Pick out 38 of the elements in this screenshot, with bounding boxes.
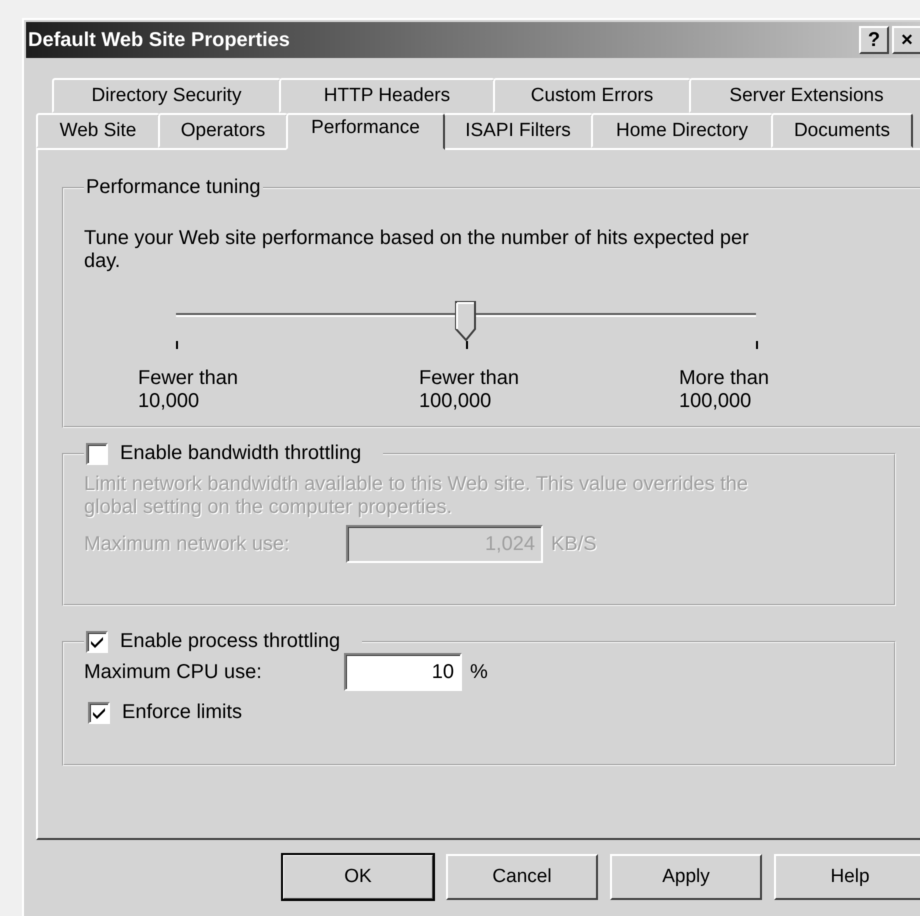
scale-label: 100,000: [679, 390, 752, 413]
dialog-button[interactable]: OK: [282, 854, 434, 900]
tab[interactable]: Web Site: [36, 113, 160, 148]
tab[interactable]: Server Extensions: [689, 78, 920, 113]
tick-mark: [466, 341, 468, 349]
tab[interactable]: Home Directory: [591, 113, 773, 148]
tick-mark: [176, 341, 178, 349]
unit-label: %: [470, 660, 488, 684]
checkbox[interactable]: [86, 630, 108, 652]
tab[interactable]: Operators: [158, 113, 288, 148]
slider[interactable]: [176, 299, 756, 349]
dialog-button[interactable]: Help: [774, 854, 920, 900]
close-button[interactable]: ×: [892, 26, 920, 54]
checkbox-label: Enable process throttling: [120, 630, 340, 653]
window-title: Default Web Site Properties: [27, 28, 290, 52]
tab[interactable]: Documents: [771, 113, 913, 148]
slider-thumb[interactable]: [455, 301, 477, 341]
checkbox-label: Enable bandwidth throttling: [120, 442, 362, 465]
checkbox[interactable]: [86, 442, 108, 464]
scale-label: Fewer than: [419, 367, 520, 390]
scale-label: 100,000: [419, 390, 492, 413]
input-field[interactable]: 10: [344, 653, 462, 691]
dialog-button[interactable]: Cancel: [446, 854, 598, 900]
tab[interactable]: Custom Errors: [492, 78, 692, 113]
checkbox[interactable]: [88, 702, 110, 724]
scale-label: More than: [679, 367, 770, 390]
scale-label: Fewer than: [138, 367, 238, 390]
scale-label: 10,000: [138, 390, 200, 413]
description-text: Tune your Web site performance based on the number of hits expected per day.: [84, 227, 750, 273]
checkbox-label: Enforce limits: [122, 701, 242, 724]
field-label: Maximum CPU use:: [84, 660, 263, 684]
group-title: Performance tuning: [85, 176, 262, 199]
dialog-button[interactable]: Apply: [610, 854, 762, 900]
tick-mark: [756, 341, 758, 349]
tab[interactable]: Performance: [286, 113, 445, 150]
tab[interactable]: HTTP Headers: [278, 78, 495, 113]
tab[interactable]: Directory Security: [52, 78, 281, 113]
help-button[interactable]: ?: [859, 26, 889, 54]
